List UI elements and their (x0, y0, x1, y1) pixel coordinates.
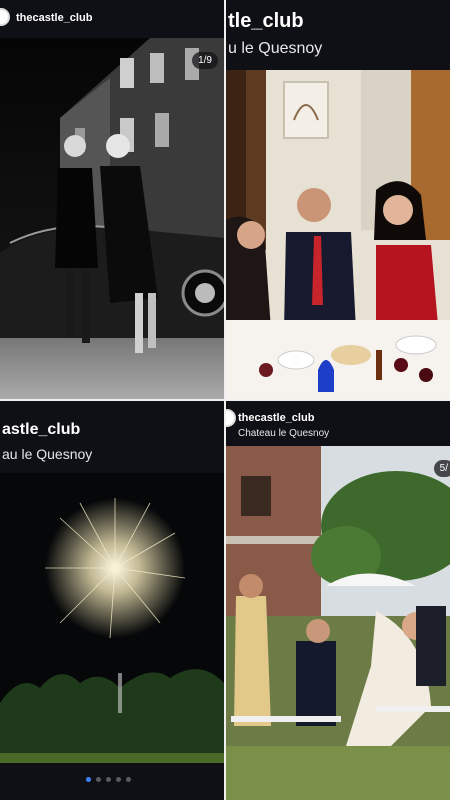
username[interactable]: astle_club (2, 421, 80, 439)
username[interactable]: thecastle_club (238, 412, 314, 424)
post-header: thecastle_club Chateau le Quesnoy (226, 401, 450, 446)
username[interactable]: thecastle_club (16, 12, 92, 24)
carousel-counter: 5/ (433, 460, 450, 477)
photo-garden-party (226, 446, 450, 800)
avatar-icon[interactable] (226, 409, 236, 427)
carousel-dot-icon[interactable] (96, 777, 101, 782)
post-header: astle_club au le Quesnoy (0, 401, 224, 473)
post-cell-3: astle_club au le Quesnoy (0, 401, 224, 800)
post-photo[interactable] (226, 70, 450, 399)
post-photo[interactable]: 5/ (226, 446, 450, 800)
carousel-dot-icon[interactable] (116, 777, 121, 782)
carousel-counter: 1/9 (192, 52, 218, 69)
post-header: thecastle_club (0, 0, 224, 38)
location[interactable]: Chateau le Quesnoy (238, 428, 329, 439)
photo-fireworks (0, 473, 224, 763)
location[interactable]: u le Quesnoy (228, 40, 322, 58)
carousel-dots (86, 777, 131, 782)
location[interactable]: au le Quesnoy (2, 446, 92, 462)
post-cell-2: tle_club u le Quesnoy (226, 0, 450, 399)
carousel-dot-icon[interactable] (126, 777, 131, 782)
username[interactable]: tle_club (228, 10, 304, 33)
carousel-dot-icon[interactable] (106, 777, 111, 782)
post-cell-1: thecastle_club 1/9 (0, 0, 224, 399)
post-photo[interactable]: 1/9 (0, 38, 224, 399)
carousel-dot-icon[interactable] (86, 777, 91, 782)
post-cell-4: thecastle_club Chateau le Quesnoy 5/ (226, 401, 450, 800)
photo-bw-couple (0, 38, 224, 399)
avatar-icon[interactable] (0, 8, 10, 26)
photo-dinner-party (226, 70, 450, 399)
post-photo[interactable] (0, 473, 224, 763)
screenshot-grid: thecastle_club 1/9 tle_club u le Quesnoy… (0, 0, 450, 800)
post-header: tle_club u le Quesnoy (226, 0, 450, 70)
